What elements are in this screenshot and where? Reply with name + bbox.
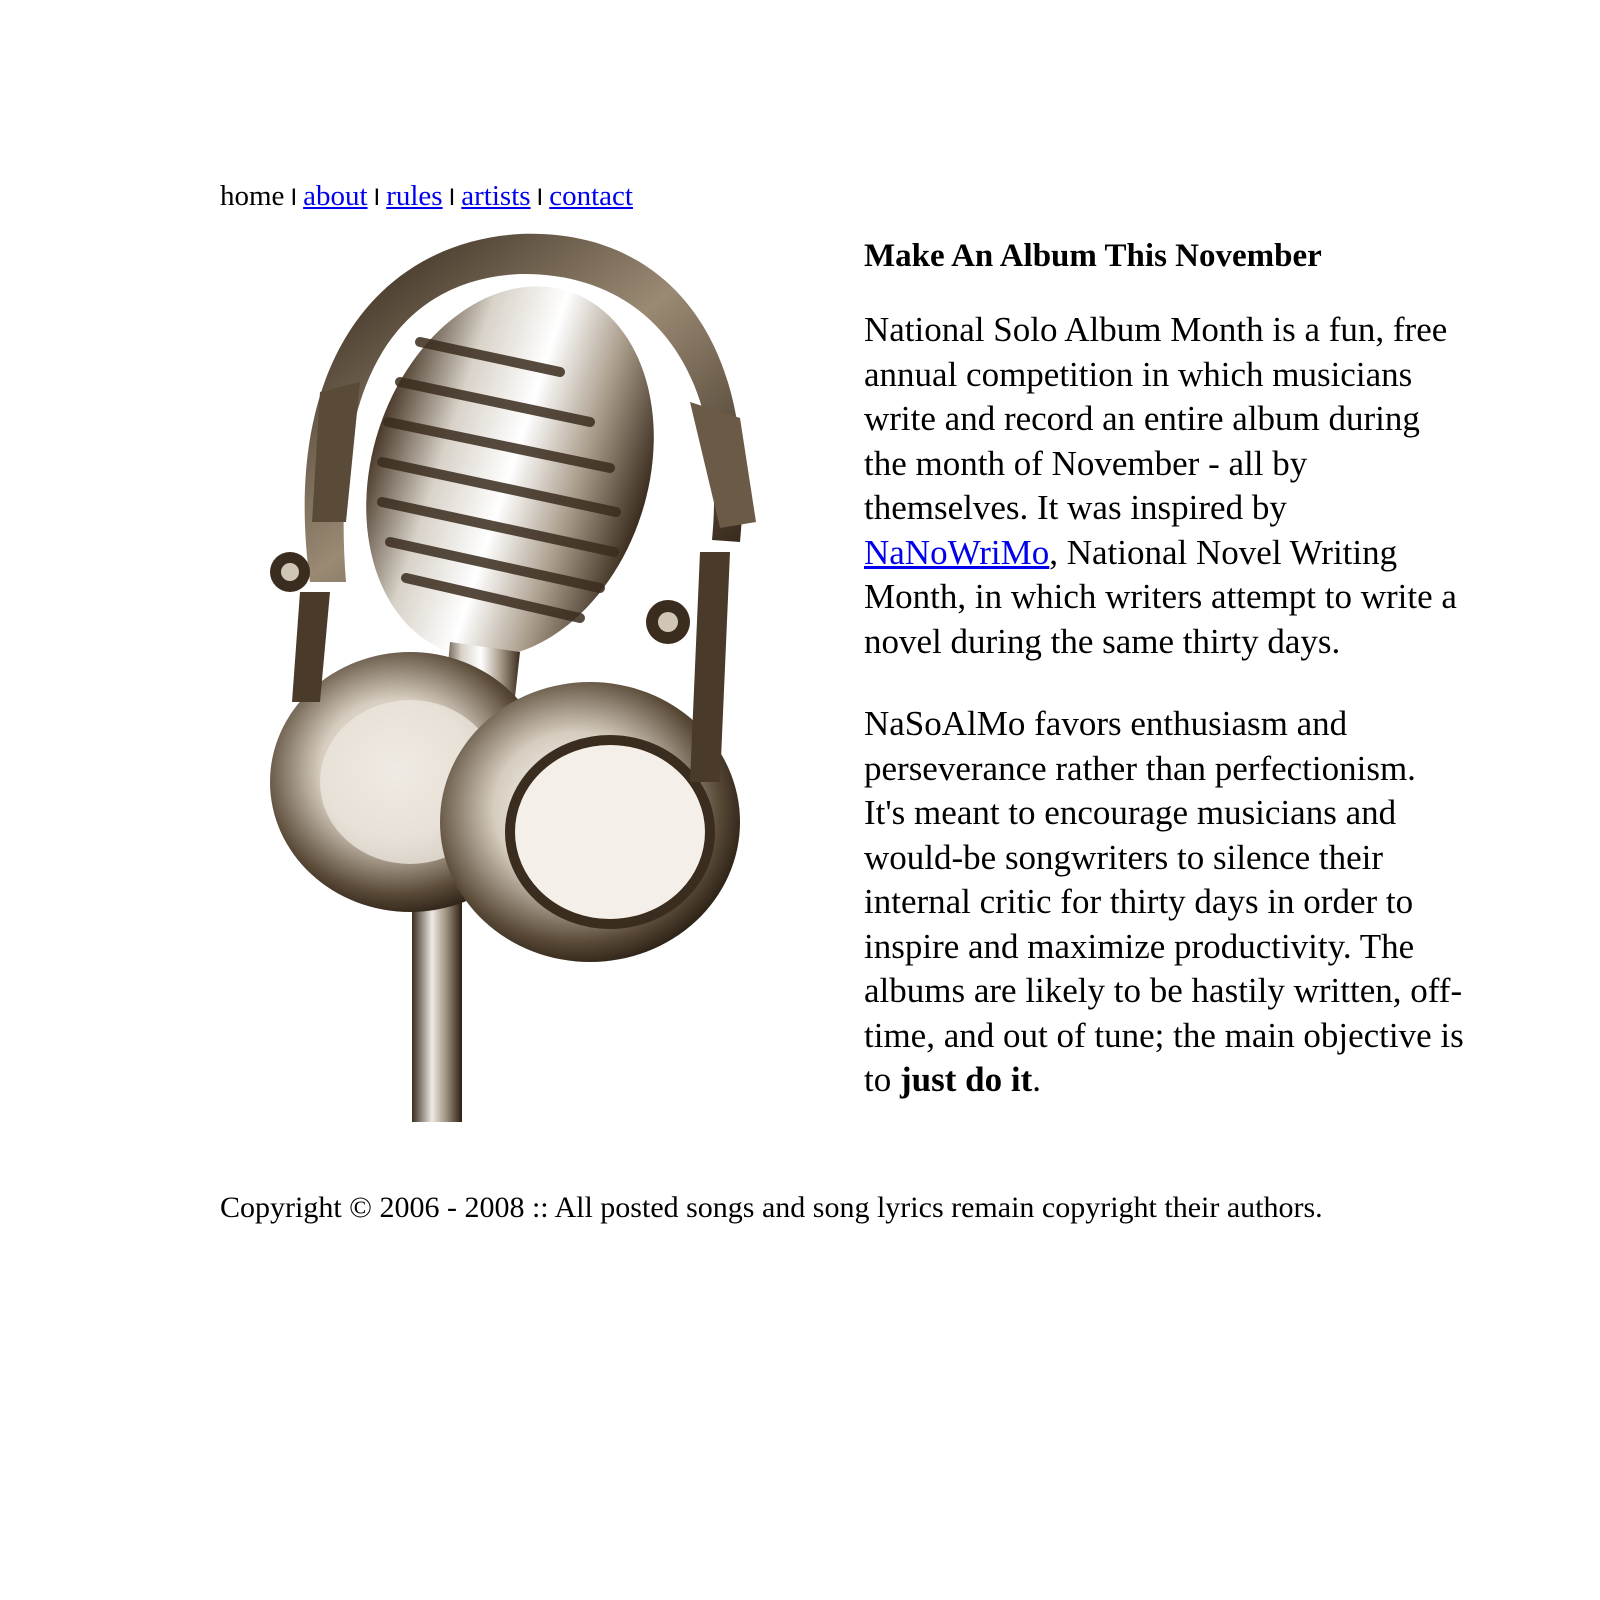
nav-home: home [220,180,285,212]
intro-paragraph: National Solo Album Month is a fun, free… [864,308,1464,664]
nav-artists-link[interactable]: artists [461,180,530,212]
nav-separator: I [373,184,381,211]
just-do-it-emphasis: just do it [899,1060,1033,1099]
main-content: Make An Album This November National Sol… [864,236,1464,1141]
microphone-headphones-image [220,222,812,1122]
nav-about-link[interactable]: about [303,180,367,212]
microphone-headphones-icon [270,233,756,1122]
nav-separator: I [290,184,298,211]
philosophy-text: NaSoAlMo favors enthusiasm and persevera… [864,704,1464,1099]
nav-contact-link[interactable]: contact [549,180,633,212]
intro-text-before: National Solo Album Month is a fun, free… [864,310,1448,527]
nav-rules-link[interactable]: rules [386,180,442,212]
page-title: Make An Album This November [864,238,1322,274]
page: home Iabout Irules Iartists Icontact Mak… [0,0,1600,1600]
nav-separator: I [448,184,456,211]
nanowrimo-link[interactable]: NaNoWriMo [864,533,1049,572]
philosophy-paragraph: NaSoAlMo favors enthusiasm and persevera… [864,702,1464,1103]
nav-separator: I [536,184,544,211]
top-nav: home Iabout Irules Iartists Icontact [220,178,633,216]
philosophy-end: . [1032,1060,1041,1099]
copyright-footer: Copyright © 2006 - 2008 :: All posted so… [220,1191,1323,1224]
